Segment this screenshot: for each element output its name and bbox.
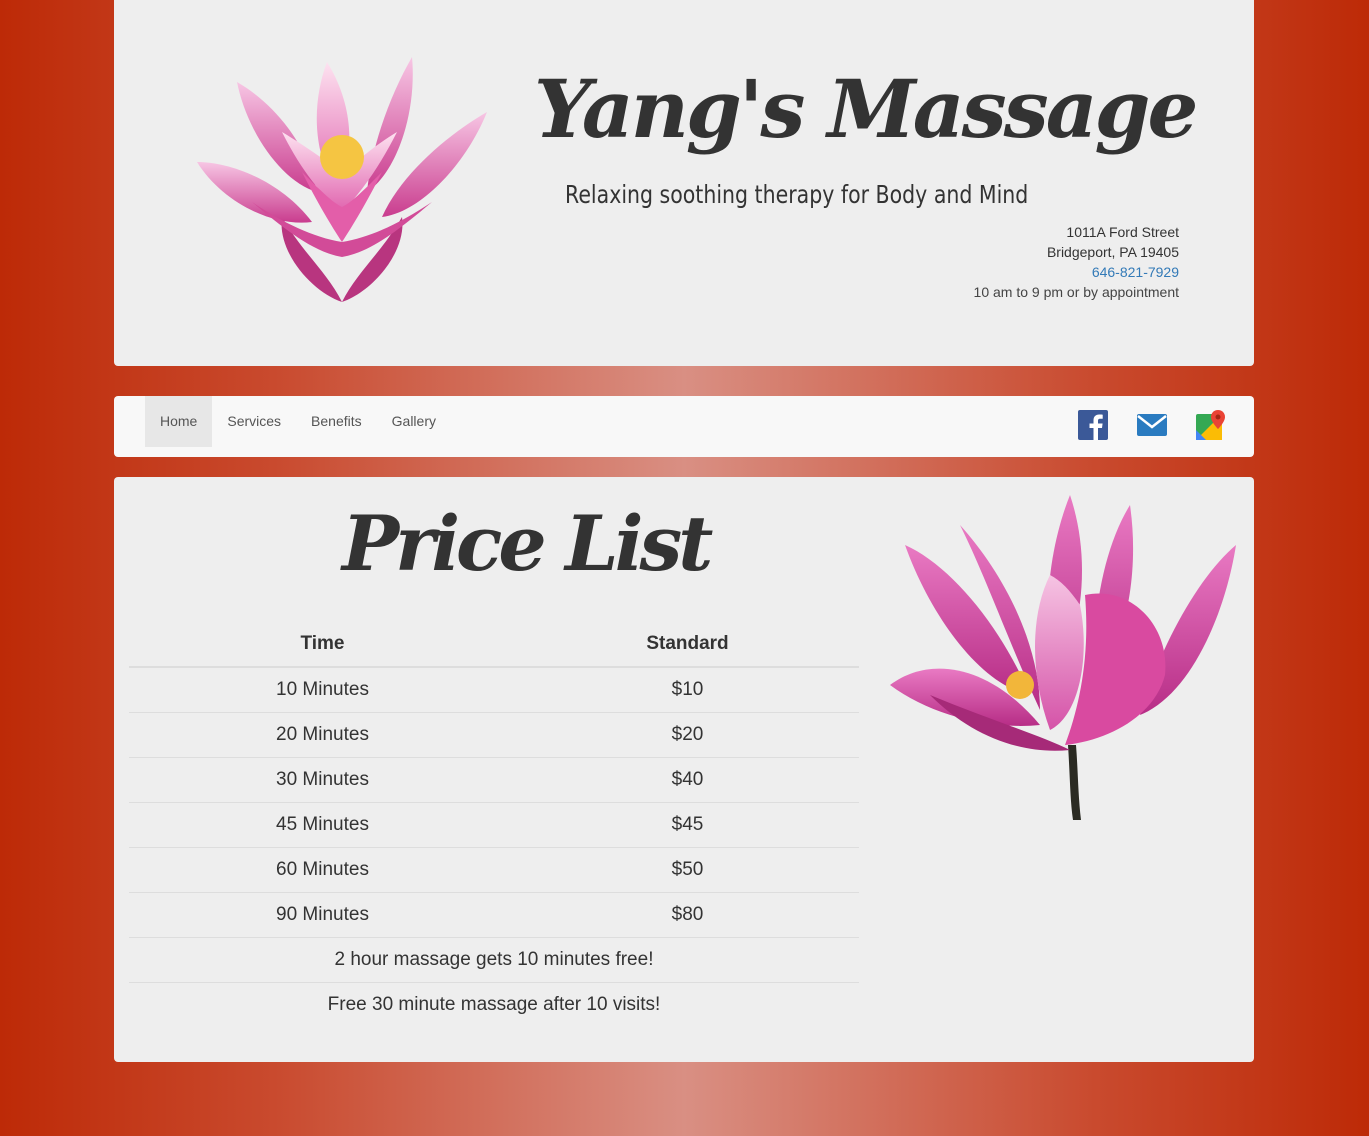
column-header-standard: Standard xyxy=(516,622,859,668)
price-cell: $10 xyxy=(671,678,704,700)
time-cell: 90 Minutes xyxy=(129,891,516,937)
table-header-row: Time Standard xyxy=(129,622,859,668)
address-line-2: Bridgeport, PA 19405 xyxy=(1046,244,1179,260)
table-row: 10 Minutes $10 xyxy=(129,667,859,712)
nav-item-benefits[interactable]: Benefits xyxy=(296,396,377,447)
price-table: Time Standard 10 Minutes $10 20 Minutes … xyxy=(129,622,859,1027)
nav-item-home[interactable]: Home xyxy=(145,396,213,447)
time-cell: 30 Minutes xyxy=(129,756,516,802)
social-links xyxy=(1078,410,1226,440)
promo-note: 2 hour massage gets 10 minutes free! xyxy=(129,936,859,982)
lotus-flower-image xyxy=(890,495,1236,820)
site-tagline: Relaxing soothing therapy for Body and M… xyxy=(565,180,1029,209)
address-line-1: 1011A Ford Street xyxy=(1066,224,1179,240)
price-cell: $40 xyxy=(516,756,859,802)
time-cell: 10 Minutes xyxy=(276,678,369,700)
time-cell: 20 Minutes xyxy=(129,711,516,757)
email-icon[interactable] xyxy=(1137,410,1167,440)
nav-item-gallery[interactable]: Gallery xyxy=(377,396,451,447)
price-cell: $20 xyxy=(516,711,859,757)
table-row: 45 Minutes $45 xyxy=(129,801,859,847)
price-cell: $45 xyxy=(516,801,859,847)
promo-note: Free 30 minute massage after 10 visits! xyxy=(129,981,859,1027)
table-row: 20 Minutes $20 xyxy=(129,711,859,757)
nav-item-services[interactable]: Services xyxy=(212,396,296,447)
price-list-title: Price List xyxy=(342,499,713,588)
column-header-time: Time xyxy=(129,622,516,668)
facebook-icon[interactable] xyxy=(1078,410,1108,440)
header-panel: Yang's Massage Relaxing soothing therapy… xyxy=(114,0,1254,366)
lotus-logo-image xyxy=(197,57,487,302)
phone-link[interactable]: 646-821-7929 xyxy=(974,262,1179,282)
table-row: 60 Minutes $50 xyxy=(129,846,859,892)
price-cell: $50 xyxy=(516,846,859,892)
time-cell: 60 Minutes xyxy=(129,846,516,892)
nav-menu: Home Services Benefits Gallery xyxy=(145,396,451,447)
promo-row: Free 30 minute massage after 10 visits! xyxy=(129,981,859,1027)
navbar: Home Services Benefits Gallery xyxy=(114,396,1254,457)
google-maps-icon[interactable] xyxy=(1196,410,1226,440)
content-panel: Price List Time Standard 10 Minutes $10 … xyxy=(114,477,1254,1062)
contact-info: 1011A Ford Street Bridgeport, PA 19405 6… xyxy=(974,222,1179,302)
site-title: Yang's Massage xyxy=(534,62,1198,156)
business-hours: 10 am to 9 pm or by appointment xyxy=(973,284,1179,300)
table-row: 90 Minutes $80 xyxy=(129,891,859,937)
time-cell: 45 Minutes xyxy=(129,801,516,847)
promo-row: 2 hour massage gets 10 minutes free! xyxy=(129,936,859,982)
table-row: 30 Minutes $40 xyxy=(129,756,859,802)
price-cell: $80 xyxy=(516,891,859,937)
